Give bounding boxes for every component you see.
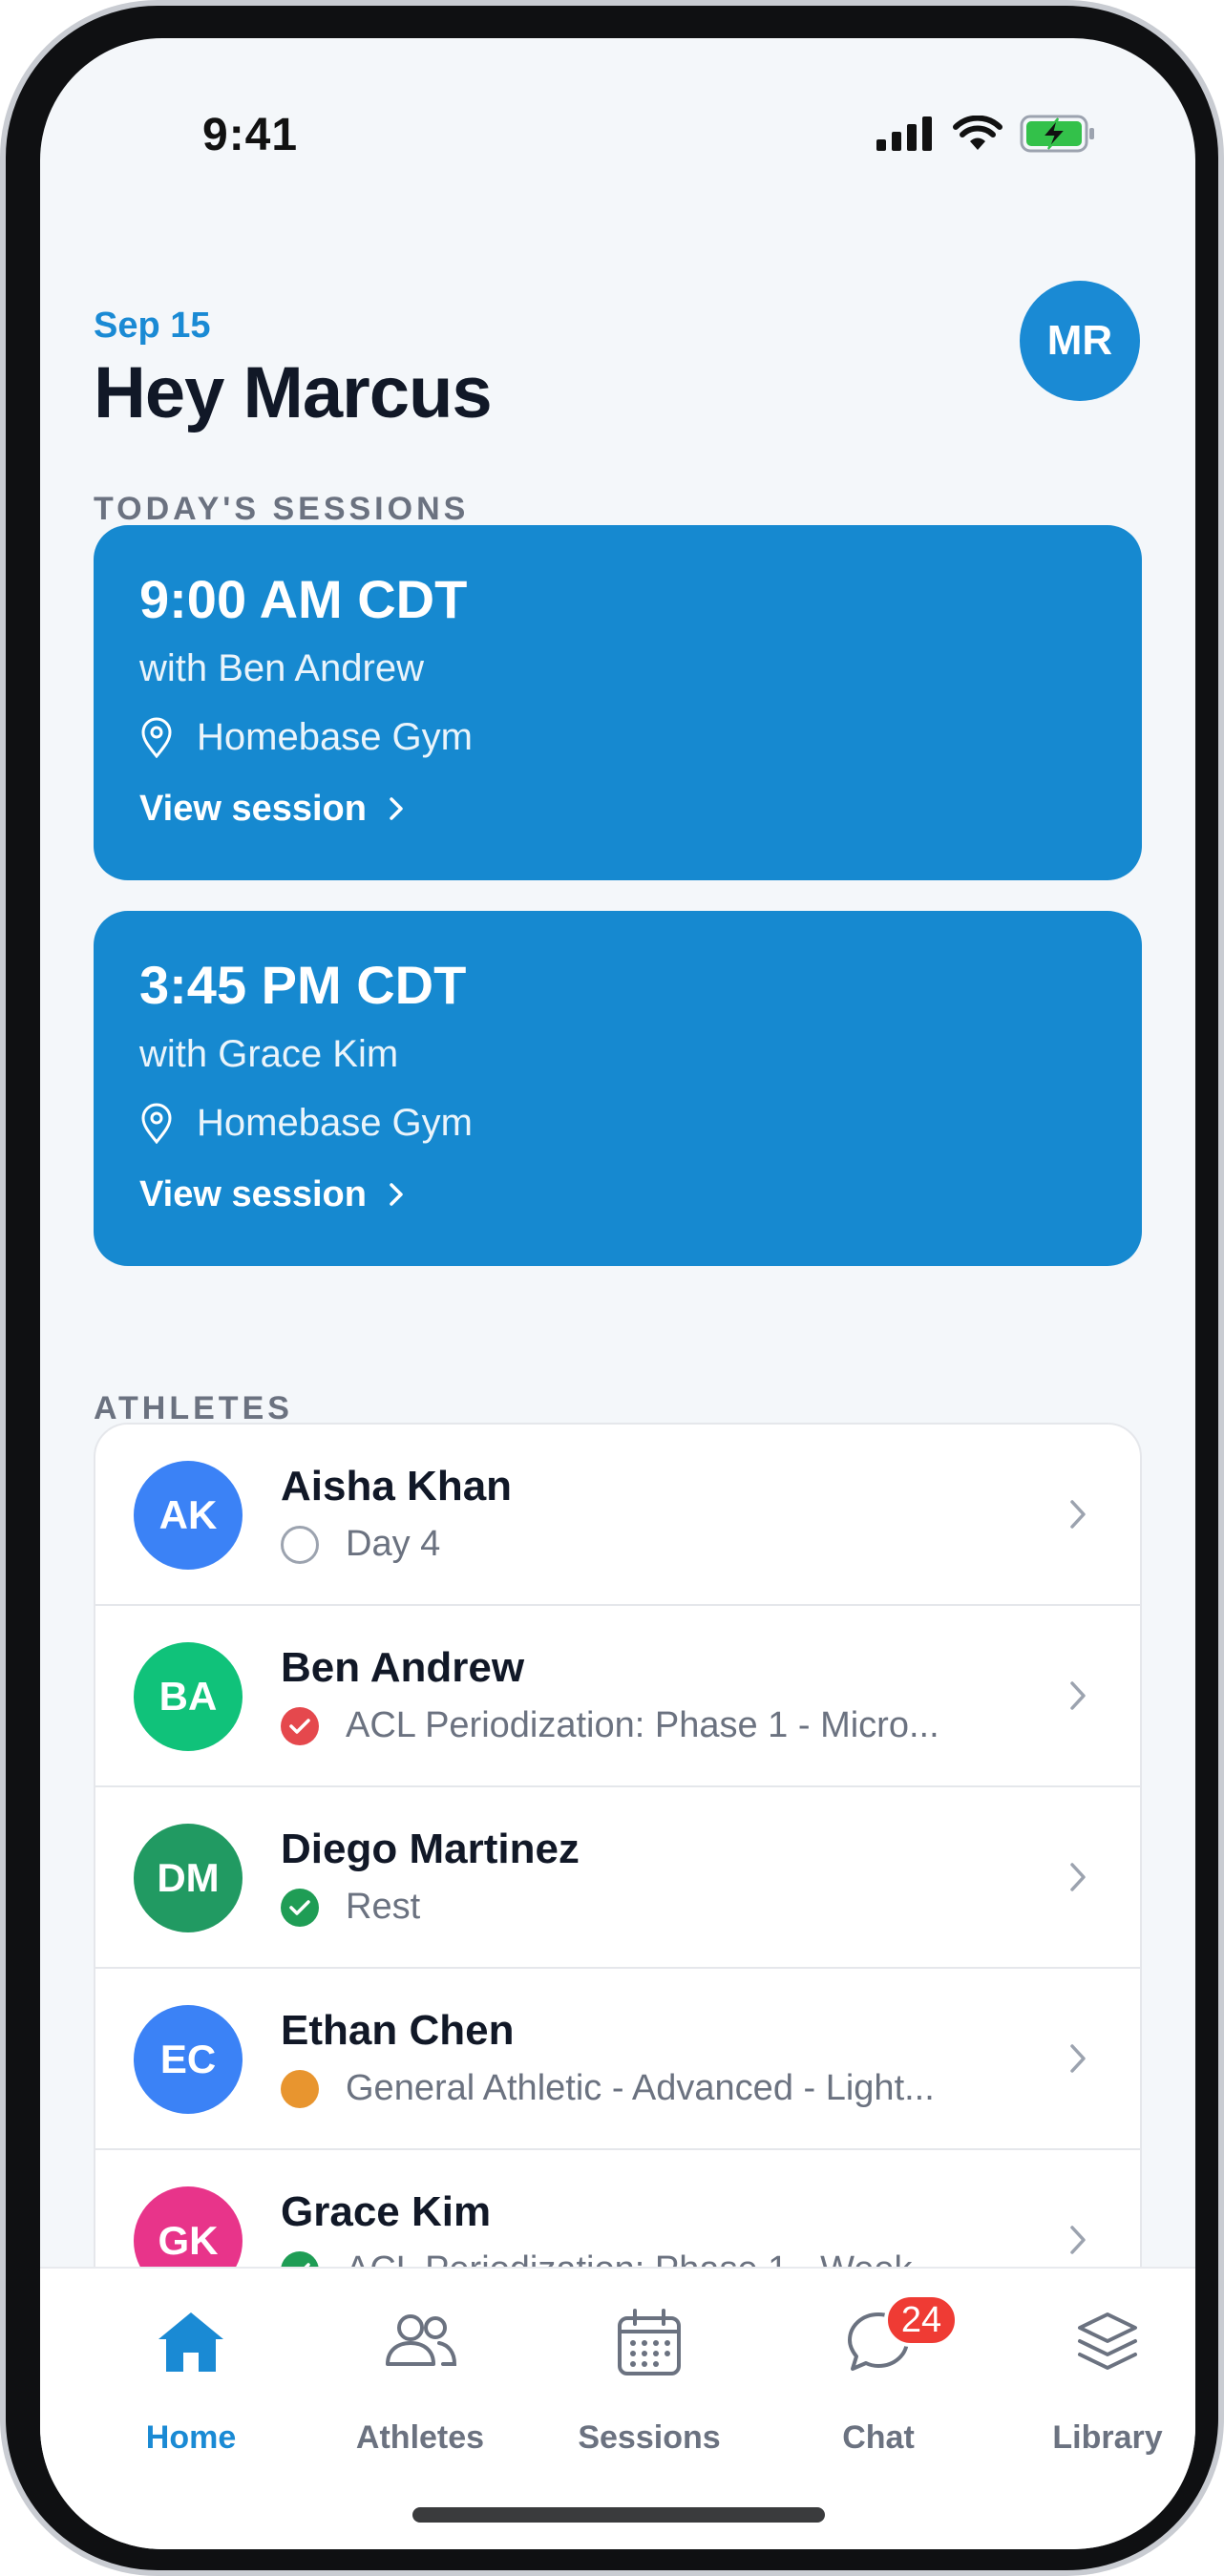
- status-in-progress-icon: [281, 2069, 319, 2108]
- athlete-row[interactable]: EC Ethan Chen General Athletic - Advance…: [95, 1969, 1140, 2150]
- battery-charging-icon: [1020, 115, 1096, 153]
- location-pin-icon: [141, 1103, 172, 1144]
- tab-sessions-label: Sessions: [578, 2419, 721, 2456]
- chevron-right-icon: [390, 797, 403, 820]
- athlete-avatar: EC: [134, 2005, 243, 2114]
- check-circle-green-icon: [281, 1888, 319, 1927]
- wifi-icon: [953, 116, 1002, 152]
- session-athlete: with Ben Andrew: [139, 647, 424, 689]
- athlete-status: General Athletic - Advanced - Light...: [281, 2068, 935, 2109]
- athlete-row[interactable]: BA Ben Andrew ACL Periodization: Phase 1…: [95, 1606, 1140, 1787]
- session-card[interactable]: 3:45 PM CDT with Grace Kim Homebase Gym …: [94, 911, 1142, 1266]
- calendar-icon: [618, 2309, 681, 2375]
- athlete-avatar: AK: [134, 1461, 243, 1570]
- athlete-status-label: General Athletic - Advanced - Light...: [346, 2068, 935, 2108]
- view-session-link[interactable]: View session: [139, 791, 1142, 827]
- athlete-status: Day 4: [281, 1524, 440, 1565]
- athlete-name: Grace Kim: [281, 2188, 492, 2235]
- session-location: Homebase Gym: [139, 716, 1142, 758]
- session-location-label: Homebase Gym: [197, 1102, 473, 1144]
- athlete-list: AK Aisha Khan Day 4 BA Ben Andrew ACL Pe…: [94, 1423, 1142, 2282]
- athlete-name: Ethan Chen: [281, 2007, 515, 2054]
- athlete-status-label: Day 4: [346, 1524, 441, 1564]
- athlete-status-label: Rest: [346, 1887, 421, 1927]
- athlete-row[interactable]: GK Grace Kim ACL Periodization: Phase 1 …: [95, 2150, 1140, 2280]
- location-pin-icon: [141, 717, 172, 758]
- date-label: Sep 15: [94, 306, 211, 346]
- athlete-status: ACL Periodization: Phase 1 - Micro...: [281, 1705, 939, 1746]
- tab-chat[interactable]: 24 Chat: [764, 2269, 993, 2460]
- tab-athletes[interactable]: Athletes: [306, 2269, 535, 2460]
- home-icon: [158, 2312, 223, 2372]
- tab-library-label: Library: [1052, 2419, 1163, 2456]
- tab-chat-label: Chat: [842, 2419, 915, 2456]
- profile-avatar[interactable]: MR: [1020, 281, 1140, 401]
- sessions-section-label: TODAY'S SESSIONS: [94, 491, 470, 527]
- session-location: Homebase Gym: [139, 1102, 1142, 1144]
- athlete-row[interactable]: AK Aisha Khan Day 4: [95, 1425, 1140, 1606]
- tab-sessions[interactable]: Sessions: [535, 2269, 764, 2460]
- chevron-right-icon: [1070, 2226, 1086, 2254]
- chevron-right-icon: [1070, 1500, 1086, 1529]
- layers-icon: [1078, 2312, 1137, 2370]
- view-session-label: View session: [139, 789, 367, 829]
- tab-athletes-label: Athletes: [355, 2419, 485, 2456]
- status-icons: [876, 115, 1096, 153]
- app-screen: 9:41 Sep 15 Hey Marcus MR TODAY'S SESSIO…: [40, 38, 1195, 2549]
- athlete-status-label: ACL Periodization: Phase 1 - Micro...: [346, 1705, 939, 1745]
- chat-unread-badge: 24: [884, 2293, 959, 2347]
- tab-home-label: Home: [145, 2419, 237, 2456]
- chevron-right-icon: [1070, 2044, 1086, 2073]
- session-card[interactable]: 9:00 AM CDT with Ben Andrew Homebase Gym…: [94, 525, 1142, 880]
- session-time: 3:45 PM CDT: [139, 955, 467, 1015]
- tab-bar: Home Athletes Sessions 24 Chat Library: [40, 2267, 1195, 2549]
- cellular-signal-icon: [876, 116, 936, 151]
- users-icon: [386, 2314, 457, 2366]
- home-indicator[interactable]: [412, 2507, 825, 2523]
- athlete-name: Aisha Khan: [281, 1463, 513, 1510]
- chevron-right-icon: [1070, 1681, 1086, 1710]
- athlete-name: Diego Martinez: [281, 1826, 580, 1872]
- session-time: 9:00 AM CDT: [139, 569, 468, 629]
- athlete-avatar: DM: [134, 1824, 243, 1932]
- page-title: Hey Marcus: [94, 352, 493, 433]
- tab-library[interactable]: Library: [993, 2269, 1195, 2460]
- session-athlete: with Grace Kim: [139, 1033, 399, 1075]
- session-location-label: Homebase Gym: [197, 716, 473, 758]
- athlete-name: Ben Andrew: [281, 1644, 525, 1691]
- view-session-link[interactable]: View session: [139, 1176, 1142, 1213]
- check-circle-red-icon: [281, 1706, 319, 1745]
- status-empty-circle-icon: [281, 1525, 319, 1564]
- athlete-status: Rest: [281, 1887, 420, 1928]
- athlete-avatar: BA: [134, 1642, 243, 1751]
- status-time: 9:41: [202, 110, 299, 160]
- athlete-row[interactable]: DM Diego Martinez Rest: [95, 1787, 1140, 1969]
- tab-home[interactable]: Home: [76, 2269, 306, 2460]
- chevron-right-icon: [1070, 1863, 1086, 1891]
- chevron-right-icon: [390, 1183, 403, 1206]
- view-session-label: View session: [139, 1174, 367, 1214]
- phone-frame: 9:41 Sep 15 Hey Marcus MR TODAY'S SESSIO…: [0, 0, 1224, 2576]
